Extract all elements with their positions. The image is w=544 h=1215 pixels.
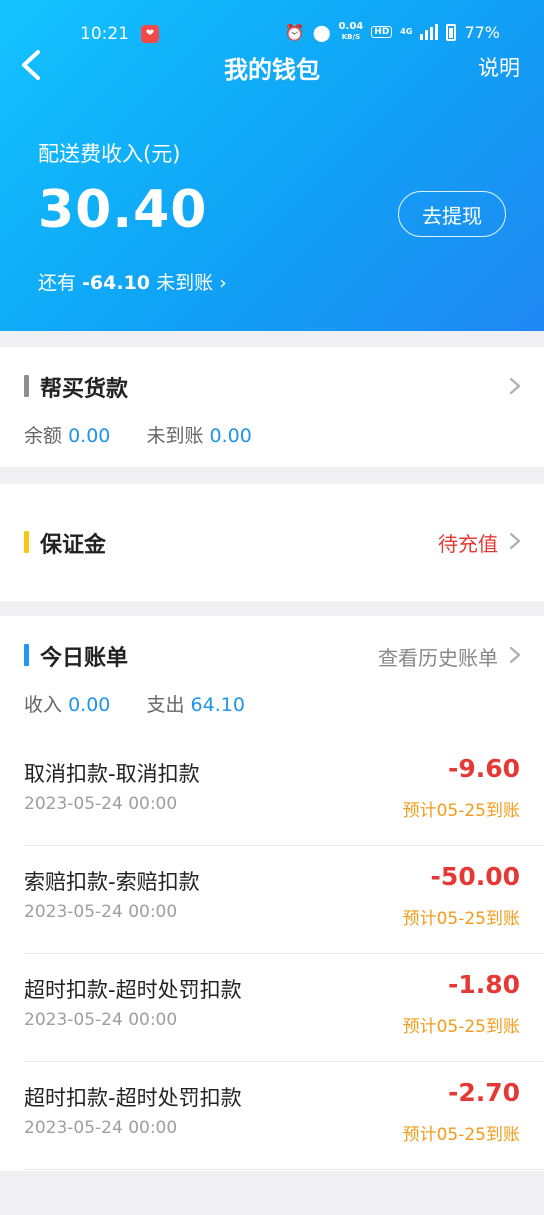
expense-label: 支出 bbox=[146, 694, 185, 716]
page-title: 我的钱包 bbox=[224, 56, 320, 84]
fee-income-label: 配送费收入(元) bbox=[38, 142, 181, 166]
help-link[interactable]: 说明 bbox=[478, 52, 520, 82]
bill-row[interactable]: 超时扣款-超时处罚扣款 2023-05-24 00:00 -1.80 预计05-… bbox=[0, 954, 544, 1062]
balance-value: 0.00 bbox=[68, 425, 111, 447]
bill-name: 超时扣款-超时处罚扣款 bbox=[24, 978, 242, 1002]
deposit-card[interactable]: 保证金 待充值 bbox=[0, 484, 544, 601]
chevron-right-icon: › bbox=[219, 272, 227, 294]
net-speed: 0.04 KB/S bbox=[339, 22, 364, 42]
status-bar: 10:21 ❤ ⏰ ⬤ 0.04 KB/S HD 4G 77% bbox=[0, 0, 544, 45]
today-summary: 收入 0.00 支出 64.10 bbox=[24, 690, 245, 717]
pending-suffix: 未到账 bbox=[150, 272, 214, 294]
app-heart-icon: ❤ bbox=[141, 25, 159, 43]
bill-date: 2023-05-24 00:00 bbox=[24, 1118, 178, 1138]
net-speed-unit: KB/S bbox=[341, 33, 361, 41]
bill-row[interactable]: 取消扣款-取消扣款 2023-05-24 00:00 -9.60 预计05-25… bbox=[0, 738, 544, 846]
battery-level: 77% bbox=[464, 22, 500, 42]
status-right: ⏰ ⬤ 0.04 KB/S HD 4G 77% bbox=[285, 22, 500, 42]
bill-eta: 预计05-25到账 bbox=[402, 1125, 520, 1145]
net-speed-value: 0.04 bbox=[338, 21, 364, 32]
signal-label: 4G bbox=[400, 27, 413, 36]
bill-amount: -9.60 bbox=[447, 754, 520, 783]
bill-row[interactable]: 索赔扣款-索赔扣款 2023-05-24 00:00 -50.00 预计05-2… bbox=[0, 846, 544, 954]
hd-badge: HD bbox=[371, 26, 393, 38]
purchase-values: 余额 0.00 未到账 0.00 bbox=[24, 421, 252, 448]
expense-value: 64.10 bbox=[190, 694, 245, 716]
bill-amount: -50.00 bbox=[430, 862, 520, 891]
fee-income-amount: 30.40 bbox=[38, 180, 208, 240]
bill-row[interactable]: 超时扣款-超时处罚扣款 2023-05-24 00:00 -2.70 预计05-… bbox=[0, 1062, 544, 1170]
income-label: 收入 bbox=[24, 694, 63, 716]
deposit-title: 保证金 bbox=[24, 527, 106, 559]
alarm-icon: ⏰ bbox=[284, 22, 305, 42]
chevron-right-icon bbox=[508, 532, 522, 550]
unsettled-value: 0.00 bbox=[209, 425, 252, 447]
unsettled-label: 未到账 bbox=[146, 425, 204, 447]
bill-amount: -2.70 bbox=[447, 1078, 520, 1107]
today-title: 今日账单 bbox=[24, 640, 128, 672]
deposit-status: 待充值 bbox=[438, 532, 498, 556]
withdraw-button[interactable]: 去提现 bbox=[398, 191, 506, 237]
bill-name: 索赔扣款-索赔扣款 bbox=[24, 870, 200, 894]
battery-icon bbox=[446, 23, 457, 41]
bill-date: 2023-05-24 00:00 bbox=[24, 902, 178, 922]
today-bills-card: 今日账单 查看历史账单 收入 0.00 支出 64.10 取消扣款-取消扣款 2… bbox=[0, 616, 544, 1171]
pending-prefix: 还有 bbox=[38, 272, 83, 294]
bill-eta: 预计05-25到账 bbox=[402, 1017, 520, 1037]
bill-amount: -1.80 bbox=[447, 970, 520, 999]
bill-name: 取消扣款-取消扣款 bbox=[24, 762, 200, 786]
purchase-card[interactable]: 帮买货款 余额 0.00 未到账 0.00 bbox=[0, 347, 544, 467]
bill-eta: 预计05-25到账 bbox=[402, 909, 520, 929]
row-divider bbox=[24, 1169, 544, 1170]
bill-name: 超时扣款-超时处罚扣款 bbox=[24, 1086, 242, 1110]
history-bills-link[interactable]: 查看历史账单 bbox=[378, 642, 498, 671]
wallet-header: 10:21 ❤ ⏰ ⬤ 0.04 KB/S HD 4G 77% 我的钱包 说明 … bbox=[0, 0, 544, 331]
bill-date: 2023-05-24 00:00 bbox=[24, 794, 178, 814]
chevron-right-icon[interactable] bbox=[508, 646, 522, 664]
location-icon: ⬤ bbox=[312, 22, 331, 42]
pending-link[interactable]: 还有 -64.10 未到账 › bbox=[38, 268, 227, 295]
chevron-right-icon bbox=[508, 377, 522, 395]
purchase-title: 帮买货款 bbox=[24, 371, 128, 403]
status-time: 10:21 bbox=[80, 24, 129, 44]
income-value: 0.00 bbox=[68, 694, 111, 716]
pending-amount: -64.10 bbox=[82, 272, 151, 294]
bill-date: 2023-05-24 00:00 bbox=[24, 1010, 178, 1030]
balance-label: 余额 bbox=[24, 425, 63, 447]
bill-eta: 预计05-25到账 bbox=[402, 801, 520, 821]
signal-icon bbox=[420, 24, 439, 40]
